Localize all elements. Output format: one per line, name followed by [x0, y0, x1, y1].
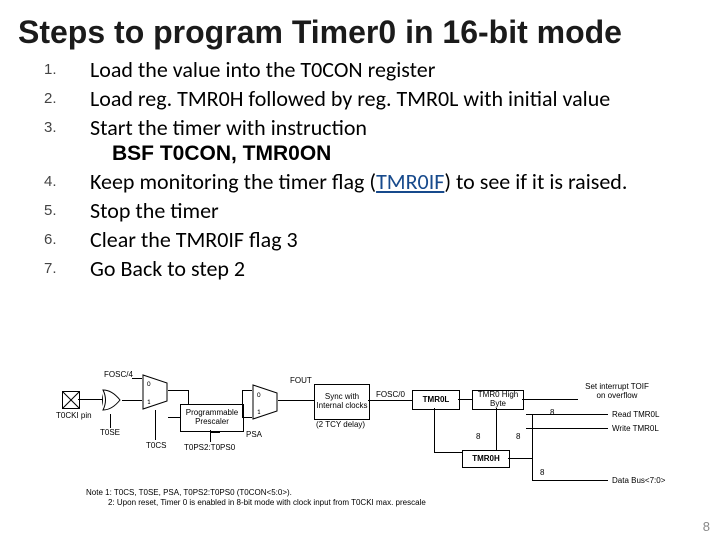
label-eight2: 8 — [476, 432, 480, 441]
step-7: Go Back to step 2 — [90, 256, 690, 283]
label-t0se: T0SE — [100, 428, 120, 437]
svg-text:1: 1 — [257, 407, 261, 416]
step-4-text-b: ) to see if it is raised. — [444, 168, 627, 195]
label-t0cs: T0CS — [146, 441, 166, 450]
xor-gate-icon — [102, 388, 122, 412]
step-3-text: Start the timer with instruction — [90, 114, 367, 141]
timer0-block-diagram: FOSC/4 T0CKI pin T0SE 0 1 T0CS Programma… — [56, 370, 672, 520]
step-5-text: Stop the timer — [90, 197, 219, 224]
step-4: Keep monitoring the timer flag (TMR0IF) … — [90, 169, 690, 196]
label-databus: Data Bus<7:0> — [612, 476, 665, 485]
prescaler-box: Programmable Prescaler — [180, 404, 244, 432]
slide-title: Steps to program Timer0 in 16-bit mode — [0, 0, 720, 51]
step-7-text: Go Back to step 2 — [90, 255, 245, 282]
pin-box — [62, 391, 80, 409]
note-1: Note 1: T0CS, T0SE, PSA, T0PS2:T0PS0 (T0… — [86, 488, 292, 497]
steps-list: Load the value into the T0CON register L… — [0, 57, 720, 282]
step-5: Stop the timer — [90, 198, 690, 225]
tmr0h-box: TMR0H — [462, 450, 510, 468]
label-write: Write TMR0L — [612, 424, 659, 433]
mux2-icon: 0 1 — [252, 384, 278, 420]
step-2: Load reg. TMR0H followed by reg. TMR0L w… — [90, 86, 690, 113]
step-6-text: Clear the TMR0IF flag 3 — [90, 226, 298, 253]
label-eight4: 8 — [540, 468, 544, 477]
mux1-icon: 0 1 — [142, 374, 168, 410]
pin-cross-icon — [63, 392, 79, 408]
tmr0high-box: TMR0 High Byte — [472, 390, 524, 410]
tmr0l-box: TMR0L — [412, 390, 460, 410]
label-fosc0: FOSC/0 — [376, 390, 405, 399]
step-1-text: Load the value into the T0CON register — [90, 56, 435, 83]
step-3: Start the timer with instruction BSF T0C… — [90, 115, 690, 167]
svg-text:1: 1 — [147, 397, 151, 406]
label-psa: PSA — [246, 430, 262, 439]
step-6: Clear the TMR0IF flag 3 — [90, 227, 690, 254]
step-3-instruction: BSF T0CON, TMR0ON — [112, 141, 690, 167]
label-read: Read TMR0L — [612, 410, 659, 419]
label-fout: FOUT — [290, 376, 312, 385]
label-eight1: 8 — [550, 408, 554, 417]
label-t0cki: T0CKI pin — [56, 411, 92, 420]
step-4-link: TMR0IF — [376, 168, 444, 195]
sync-box: Sync with Internal clocks — [314, 384, 370, 420]
setint-label: Set interrupt TOIF on overflow — [580, 380, 654, 404]
label-t0ps: T0PS2:T0PS0 — [184, 443, 235, 452]
label-delay: (2 TCY delay) — [316, 420, 365, 429]
svg-text:0: 0 — [147, 379, 151, 388]
step-1: Load the value into the T0CON register — [90, 57, 690, 84]
page-number: 8 — [703, 519, 710, 534]
svg-text:0: 0 — [257, 390, 261, 399]
label-fosc4: FOSC/4 — [104, 370, 133, 379]
label-eight3: 8 — [516, 432, 520, 441]
note-2: 2: Upon reset, Timer 0 is enabled in 8-b… — [108, 498, 426, 507]
step-4-text-a: Keep monitoring the timer flag ( — [90, 168, 376, 195]
step-2-text: Load reg. TMR0H followed by reg. TMR0L w… — [90, 85, 610, 112]
